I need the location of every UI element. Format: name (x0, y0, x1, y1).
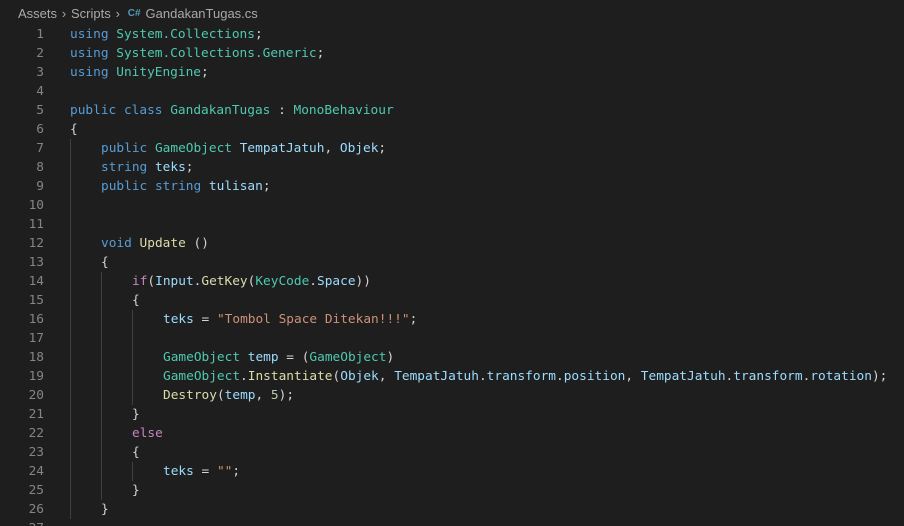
code-line[interactable]: 27 (0, 519, 904, 526)
code-line[interactable]: 14 if(Input.GetKey(KeyCode.Space)) (0, 272, 904, 291)
code-text: public string tulisan; (101, 179, 271, 194)
code-line[interactable]: 26} (0, 500, 904, 519)
line-number: 13 (28, 255, 44, 270)
chevron-right-icon: › (61, 5, 67, 21)
code-line[interactable]: 6{ (0, 120, 904, 139)
code-line[interactable]: 2 using System.Collections.Generic; (0, 44, 904, 63)
line-number: 20 (28, 388, 44, 403)
code-line[interactable]: 23 { (0, 443, 904, 462)
code-line[interactable]: 24 teks = ""; (0, 462, 904, 481)
line-number: 23 (28, 445, 44, 460)
line-number: 5 (36, 103, 44, 118)
code-text: public class GandakanTugas : MonoBehavio… (70, 103, 394, 118)
code-line[interactable]: 20 Destroy(temp, 5); (0, 386, 904, 405)
code-line[interactable]: 13 { (0, 253, 904, 272)
line-number: 25 (28, 483, 44, 498)
line-number: 18 (28, 350, 44, 365)
code-editor[interactable]: 1 using System.Collections; 2 using System.… (0, 23, 904, 526)
code-line[interactable]: 9 public string tulisan; (0, 177, 904, 196)
code-line[interactable]: 1 using System.Collections; (0, 25, 904, 44)
line-number: 12 (28, 236, 44, 251)
line-number: 7 (36, 141, 44, 156)
chevron-right-icon: › (115, 5, 120, 21)
code-line[interactable]: 18 GameObject temp = (GameObject) (0, 348, 904, 367)
code-line[interactable]: 17 (0, 329, 904, 348)
code-text: { (101, 255, 109, 270)
line-number: 22 (28, 426, 44, 441)
code-line[interactable]: 11 (0, 215, 904, 234)
code-line[interactable]: 7 public GameObject TempatJatuh, Objek; (0, 139, 904, 158)
line-number: 21 (28, 407, 44, 422)
line-number: 8 (36, 160, 44, 175)
line-number: 17 (28, 331, 44, 346)
csharp-file-icon: C# (127, 7, 141, 19)
line-number: 1 (36, 27, 44, 42)
code-text: else (132, 426, 163, 441)
code-text: using System.Collections; (70, 27, 263, 42)
code-line[interactable]: 5 public class GandakanTugas : MonoBehavi… (0, 101, 904, 120)
code-text: { (132, 445, 140, 460)
line-number: 14 (28, 274, 44, 289)
breadcrumb-item-scripts[interactable]: Scripts (71, 6, 111, 21)
code-line[interactable]: 10 (0, 196, 904, 215)
code-line[interactable]: 3 using UnityEngine; (0, 63, 904, 82)
breadcrumb-item-assets[interactable]: Assets (18, 6, 57, 21)
code-line[interactable]: 16 teks = "Tombol Space Ditekan!!!"; (0, 310, 904, 329)
code-text: { (132, 293, 140, 308)
line-number: 27 (0, 519, 44, 526)
code-text: teks = "Tombol Space Ditekan!!!"; (163, 312, 418, 327)
line-number: 6 (36, 122, 44, 137)
breadcrumb-item-file[interactable]: GandakanTugas.cs (146, 6, 258, 21)
line-number: 4 (36, 84, 44, 99)
code-line[interactable]: 21} (0, 405, 904, 424)
line-number: 15 (28, 293, 44, 308)
line-number: 9 (36, 179, 44, 194)
code-line[interactable]: 4 (0, 82, 904, 101)
code-text: GameObject.Instantiate(Objek, TempatJatu… (163, 369, 888, 384)
line-number: 2 (36, 46, 44, 61)
code-text: } (132, 483, 140, 498)
line-number: 10 (28, 198, 44, 213)
line-number: 24 (28, 464, 44, 479)
code-line[interactable]: 25} (0, 481, 904, 500)
code-text: public GameObject TempatJatuh, Objek; (101, 141, 387, 156)
line-number: 11 (28, 217, 44, 232)
code-text: { (70, 122, 78, 137)
code-text: } (101, 502, 109, 517)
code-text: } (132, 407, 140, 422)
code-line[interactable]: 8 string teks; (0, 158, 904, 177)
line-number: 16 (28, 312, 44, 327)
line-number: 26 (28, 502, 44, 517)
code-text: if(Input.GetKey(KeyCode.Space)) (132, 274, 371, 289)
code-line[interactable]: 15 { (0, 291, 904, 310)
code-line[interactable]: 22 else (0, 424, 904, 443)
code-line[interactable]: 12 void Update () (0, 234, 904, 253)
code-text: using System.Collections.Generic; (70, 46, 325, 61)
line-number: 19 (28, 369, 44, 384)
code-text: void Update () (101, 236, 209, 251)
code-text: string teks; (101, 160, 194, 175)
code-line[interactable]: 19 GameObject.Instantiate(Objek, TempatJa… (0, 367, 904, 386)
code-text: GameObject temp = (GameObject) (163, 350, 395, 365)
line-number: 3 (36, 65, 44, 80)
code-text: using UnityEngine; (70, 65, 209, 80)
code-text: Destroy(temp, 5); (163, 388, 295, 403)
code-text: teks = ""; (163, 464, 241, 479)
